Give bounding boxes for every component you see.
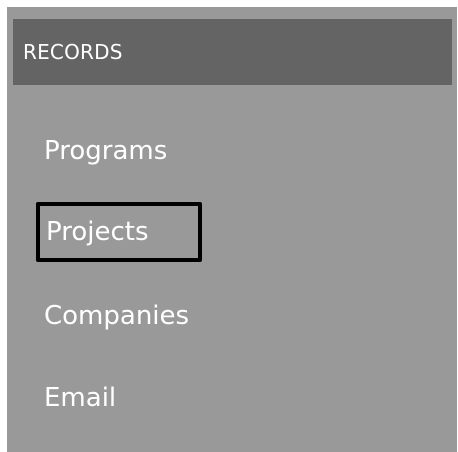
records-panel: RECORDS Programs Projects Companies Emai…	[7, 7, 457, 452]
menu-item-label: Email	[44, 383, 117, 413]
menu-item-label: Companies	[44, 301, 190, 331]
menu-item-label: Programs	[44, 136, 168, 166]
section-header: RECORDS	[13, 19, 452, 85]
menu-item-projects[interactable]: Projects	[36, 202, 202, 262]
menu-item-label: Projects	[46, 217, 149, 247]
section-title: RECORDS	[23, 40, 123, 64]
menu-item-email[interactable]: Email	[36, 368, 124, 428]
menu-item-companies[interactable]: Companies	[36, 286, 197, 346]
menu-item-programs[interactable]: Programs	[36, 121, 175, 181]
